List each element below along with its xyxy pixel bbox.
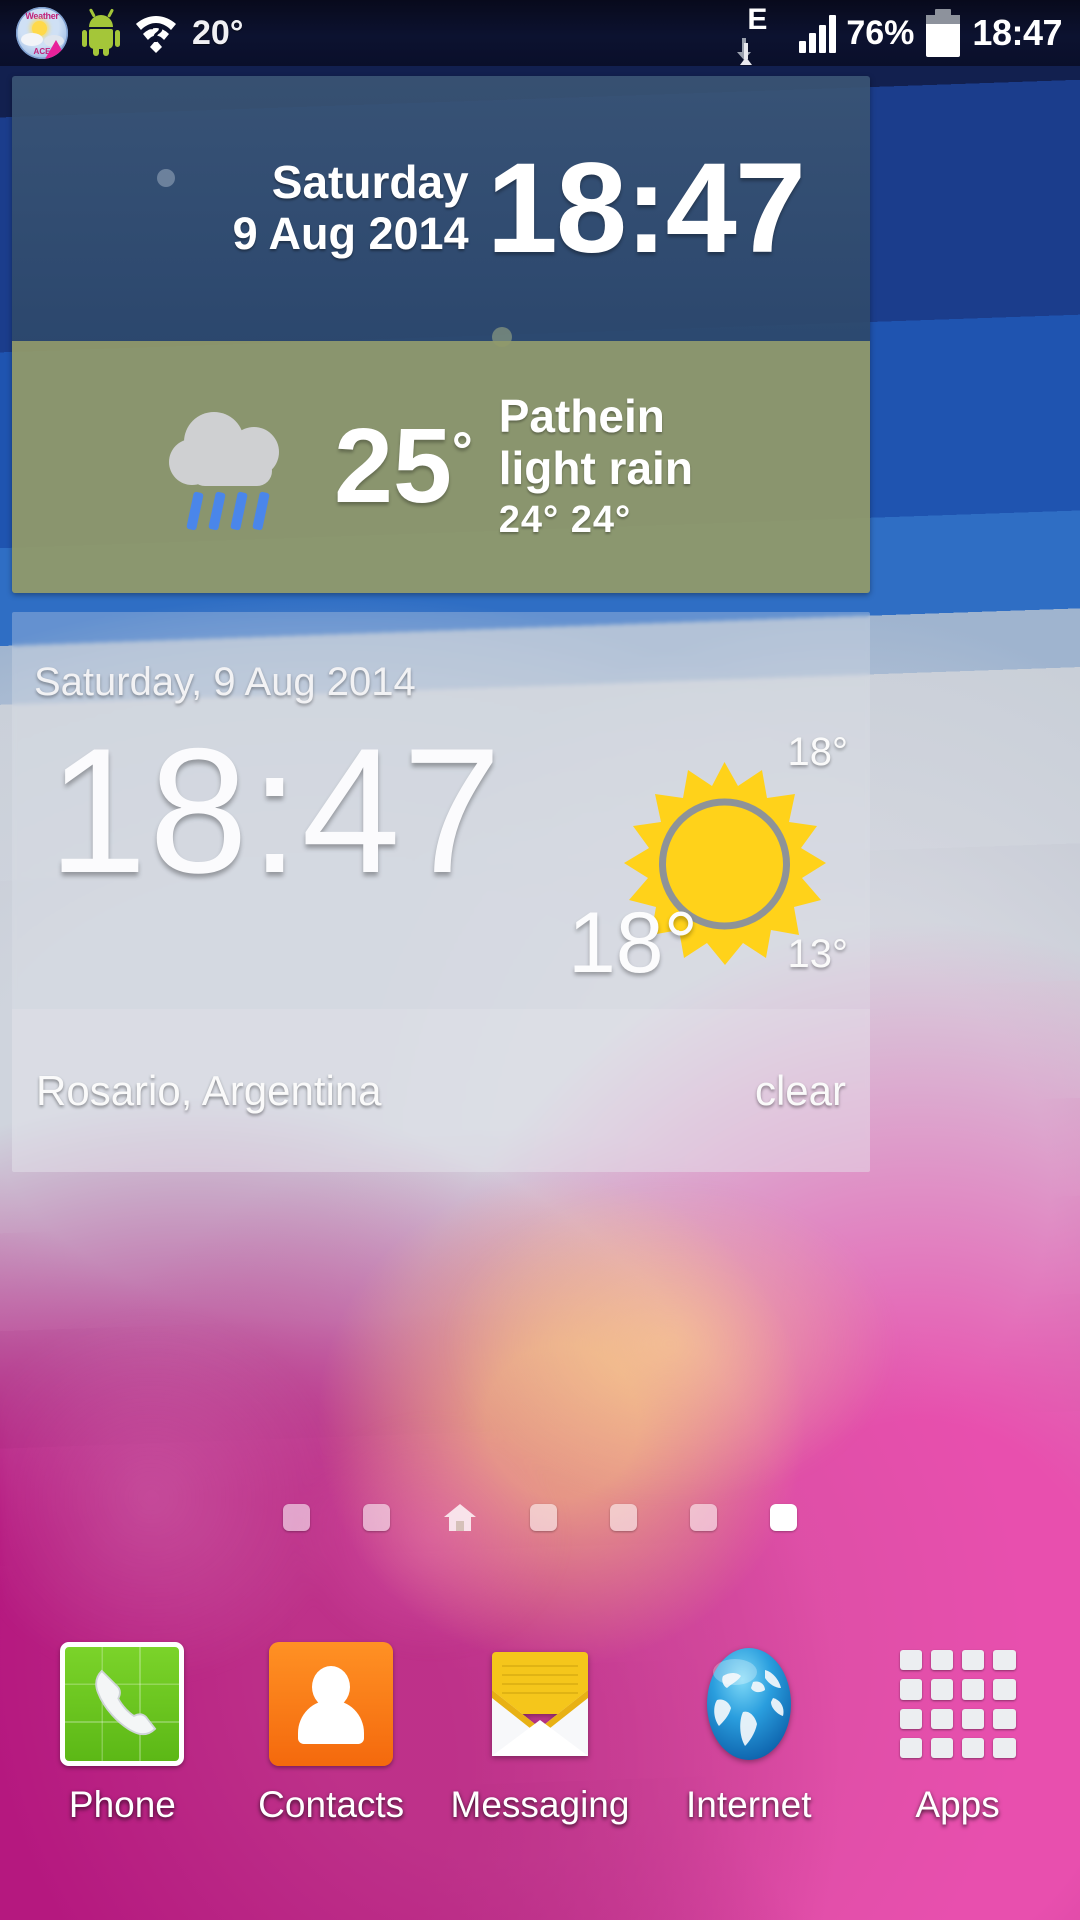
widget-temperature: 25 ° [334,407,473,526]
widget-weather-info: Pathein light rain 24° 24° [498,389,693,542]
android-leg-left [93,47,99,56]
battery-shell [926,15,961,57]
widget-date-block: Saturday 9 Aug 2014 [232,156,469,260]
status-bar-temperature[interactable]: 20° [192,14,243,53]
weather-ace-icon[interactable]: Weather ACE [16,7,68,59]
svg-text:?: ? [148,18,164,48]
dock-label-messaging: Messaging [450,1784,630,1825]
battery-icon [924,9,962,57]
contacts-shoulders-glyph [298,1700,365,1744]
big-widget-low-temp: 13° [787,932,849,976]
widget-high-low: 24° 24° [498,499,632,542]
android-body [89,29,113,49]
android-head [89,15,113,27]
dock-item-messaging[interactable]: Messaging [447,1642,633,1826]
weather-ace-cloud-left-glyph [21,33,43,46]
big-widget-time: 18:47 [48,711,504,910]
dock-item-contacts[interactable]: Contacts [238,1642,424,1826]
dock-item-phone[interactable]: Phone [29,1642,215,1826]
widget-weather-pane[interactable]: 25 ° Pathein light rain 24° 24° [12,341,870,593]
big-widget-location: Rosario, Argentina [36,1066,382,1114]
envelope-icon[interactable] [478,1642,602,1766]
widget-temperature-degree: ° [451,422,473,481]
widget-bokeh-dot [157,169,175,187]
widget-temperature-value: 25 [334,407,452,526]
dock-item-apps[interactable]: Apps [865,1642,1051,1826]
page-dot-5[interactable] [610,1503,637,1531]
page-dot-2[interactable] [363,1503,390,1531]
weather-ace-label-top: Weather [25,11,59,21]
widget-time: 18:47 [486,136,806,280]
network-type-edge-icon: E [737,3,789,65]
big-widget-bottom-bar[interactable]: Rosario, Argentina clear [12,1009,870,1172]
page-dot-1[interactable] [283,1503,310,1531]
android-arm-right [115,30,120,47]
android-robot-icon[interactable] [82,10,120,56]
dock-label-internet: Internet [686,1784,812,1825]
big-widget-condition: clear [754,1066,846,1114]
home-page-icon[interactable] [443,1502,477,1532]
widget-city: Pathein [498,389,665,442]
page-dot-7-active[interactable] [770,1503,797,1531]
android-arm-left [82,30,87,47]
wifi-question-icon[interactable]: ? [134,12,178,54]
battery-percent-label: 76% [846,13,915,52]
widget-condition: light rain [498,441,693,494]
page-dot-6[interactable] [690,1503,717,1531]
page-dot-4[interactable] [530,1503,557,1531]
apps-grid-icon[interactable] [896,1642,1020,1766]
big-clock-weather-widget[interactable]: Saturday, 9 Aug 2014 18:47 18° 18° 13° R… [12,612,870,1172]
widget-clock-pane[interactable]: Saturday 9 Aug 2014 18:47 [12,76,870,347]
clock-weather-widget[interactable]: Saturday 9 Aug 2014 18:47 25 ° Pathein l… [12,76,870,593]
status-bar[interactable]: Weather ACE ? 20° E 76% 18:47 [0,0,1080,66]
weather-ace-triangle-glyph [45,40,67,59]
big-widget-current-temp: 18° [567,895,698,991]
dock-label-phone: Phone [68,1784,176,1825]
status-bar-clock: 18:47 [972,12,1062,53]
android-leg-right [103,47,109,56]
big-widget-date: Saturday, 9 Aug 2014 [34,660,416,704]
dock[interactable]: Phone Contacts Messaging Internet Apps [0,1620,1080,1920]
globe-icon[interactable] [687,1642,811,1766]
dock-label-apps: Apps [915,1784,1000,1825]
dock-label-contacts: Contacts [258,1784,405,1825]
phone-icon[interactable] [60,1642,185,1766]
signal-bars-icon [799,13,837,53]
status-bar-system-icons[interactable]: E 76% 18:47 [737,3,1080,65]
contacts-icon[interactable] [269,1642,394,1766]
rain-cloud-icon [162,400,312,535]
widget-weekday: Saturday [271,156,469,209]
dock-item-internet[interactable]: Internet [656,1642,842,1826]
status-bar-notifications[interactable]: Weather ACE ? 20° [0,7,243,59]
widget-date: 9 Aug 2014 [232,208,469,260]
network-type-label: E [747,3,768,36]
page-indicator[interactable] [0,1495,1080,1539]
